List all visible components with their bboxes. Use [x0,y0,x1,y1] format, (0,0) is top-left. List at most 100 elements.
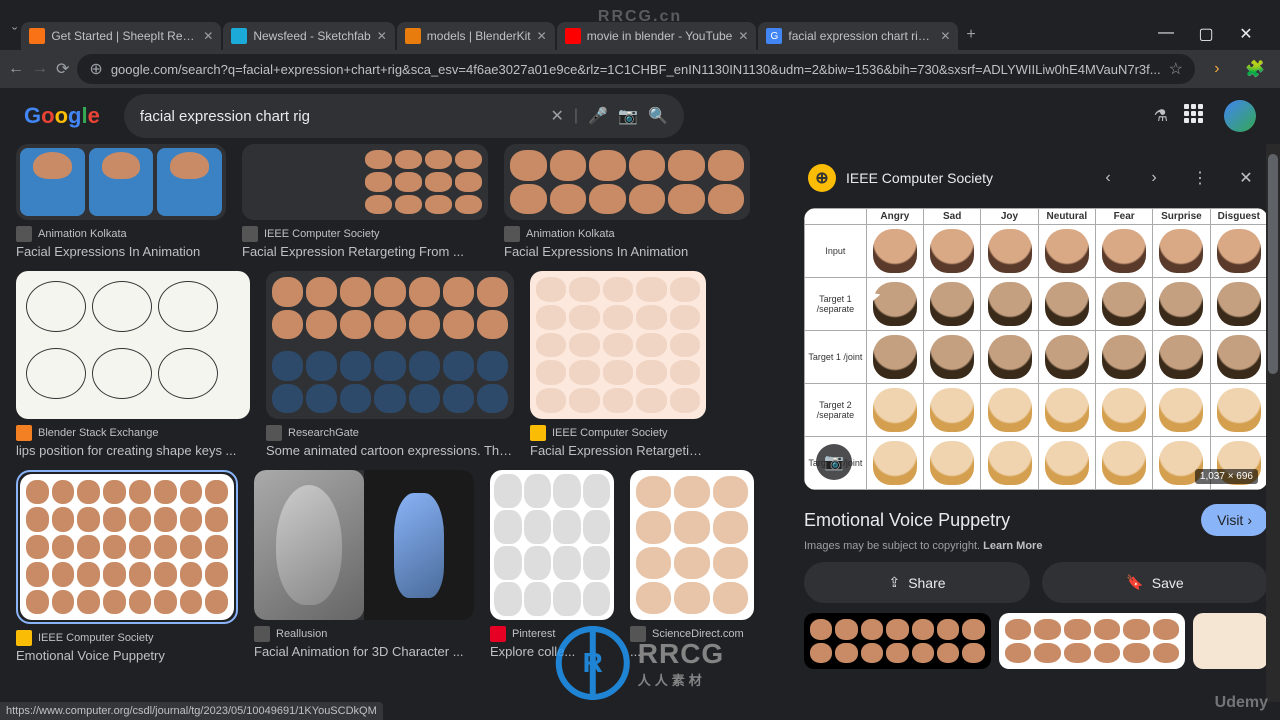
close-window-button[interactable]: ✕ [1232,24,1260,44]
image-result[interactable]: ScienceDirect.com ... [630,470,754,663]
image-dimensions: 1,037 × 696 [1195,469,1258,484]
result-title: ... [630,644,754,659]
col-header: Disguest [1210,209,1267,225]
google-logo[interactable]: Google [24,103,100,129]
row-header: Target 1 /separate [805,278,867,331]
tab-title: Get Started | SheepIt Render Fa [51,29,197,43]
result-source: IEEE Computer Society [264,228,380,240]
account-avatar[interactable] [1224,100,1256,132]
result-source: Pinterest [512,628,555,640]
image-result[interactable]: Blender Stack Exchange lips position for… [16,271,250,458]
related-thumb[interactable] [1193,613,1268,669]
detail-prev-button[interactable]: ‹ [1090,160,1126,196]
related-thumb[interactable] [804,613,991,669]
tab-sheepit[interactable]: Get Started | SheepIt Render Fa ✕ [21,22,221,50]
copyright-notice: Images may be subject to copyright. Lear… [804,540,1268,552]
result-title: lips position for creating shape keys ..… [16,443,250,458]
image-result[interactable]: Animation Kolkata Facial Expressions In … [16,144,226,259]
tabs-overflow-icon[interactable]: ˇ [8,20,21,50]
detail-source-name[interactable]: IEEE Computer Society [846,170,1080,186]
image-result[interactable]: Animation Kolkata Facial Expressions In … [504,144,750,259]
search-button-icon[interactable]: 🔍 [648,106,668,126]
new-tab-button[interactable]: + [960,20,981,50]
search-box: ✕ | 🎤 📷 🔍 [124,94,684,138]
url-text: google.com/search?q=facial+expression+ch… [111,62,1161,77]
extensions-puzzle-icon[interactable]: 🧩 [1241,55,1269,83]
maximize-button[interactable]: ▢ [1192,24,1220,44]
voice-search-icon[interactable]: 🎤 [588,106,608,126]
image-result[interactable]: IEEE Computer Society Facial Expression … [242,144,488,259]
google-apps-icon[interactable] [1184,104,1208,128]
share-icon: ⇪ [888,574,900,591]
save-button[interactable]: 🔖Save [1042,562,1268,603]
result-title: Facial Expressions In Animation [16,244,226,259]
tab-close-icon[interactable]: ✕ [537,29,547,43]
tab-title: facial expression chart rig - Goo [788,29,934,43]
extension-icon[interactable]: › [1203,55,1231,83]
page-scrollbar[interactable] [1266,144,1280,702]
source-favicon-icon [16,425,32,441]
minimize-button[interactable]: — [1152,24,1180,44]
result-source: Animation Kolkata [526,228,615,240]
image-result[interactable]: ResearchGate Some animated cartoon expre… [266,271,514,458]
learn-more-link[interactable]: Learn More [983,540,1042,552]
site-info-icon[interactable]: ⊕ [89,59,102,79]
visit-button[interactable]: Visit› [1201,504,1268,536]
related-images-row [804,613,1268,669]
tab-blenderkit[interactable]: models | BlenderKit ✕ [397,22,555,50]
tab-close-icon[interactable]: ✕ [377,29,387,43]
col-header: Fear [1095,209,1152,225]
col-header: Surprise [1153,209,1210,225]
result-source: IEEE Computer Society [552,427,668,439]
tab-google-active[interactable]: G facial expression chart rig - Goo ✕ [758,22,958,50]
result-source: ScienceDirect.com [652,628,744,640]
favicon-youtube [565,28,581,44]
col-header: Neutural [1038,209,1095,225]
tab-close-icon[interactable]: ✕ [940,29,950,43]
image-result[interactable]: Reallusion Facial Animation for 3D Chara… [254,470,474,663]
source-favicon-icon [530,425,546,441]
share-button[interactable]: ⇪Share [804,562,1030,603]
result-title: Facial Animation for 3D Character ... [254,644,474,659]
source-favicon-icon [266,425,282,441]
favicon-sheepit [29,28,45,44]
result-source: Animation Kolkata [38,228,127,240]
image-result[interactable]: IEEE Computer Society Facial Expression … [530,271,706,458]
clear-search-icon[interactable]: ✕ [550,106,563,126]
detail-main-image[interactable]: Angry Sad Joy Neutural Fear Surprise Dis… [804,208,1268,490]
tab-close-icon[interactable]: ✕ [203,29,213,43]
image-result-selected[interactable]: IEEE Computer Society Emotional Voice Pu… [16,470,238,663]
tab-sketchfab[interactable]: Newsfeed - Sketchfab ✕ [223,22,394,50]
detail-title[interactable]: Emotional Voice Puppetry [804,510,1010,531]
col-header: Joy [981,209,1038,225]
col-header: Angry [866,209,923,225]
image-result[interactable]: Pinterest Explore colle... [490,470,614,663]
back-button[interactable]: ← [8,55,24,83]
result-title: Facial Expression Retargetin... [530,443,706,458]
image-lens-button[interactable]: 📷 [816,444,852,480]
source-favicon-icon [490,626,506,642]
url-bar[interactable]: ⊕ google.com/search?q=facial+expression+… [77,54,1195,84]
detail-next-button[interactable]: › [1136,160,1172,196]
tab-youtube[interactable]: movie in blender - YouTube ✕ [557,22,757,50]
detail-close-button[interactable]: ✕ [1228,160,1264,196]
tab-title: movie in blender - YouTube [587,29,733,43]
bookmark-star-icon[interactable]: ☆ [1169,59,1183,79]
tab-close-icon[interactable]: ✕ [738,29,748,43]
reload-button[interactable]: ⟳ [56,55,69,83]
tab-title: Newsfeed - Sketchfab [253,29,370,43]
result-source: ResearchGate [288,427,359,439]
labs-flask-icon[interactable]: ⚗ [1154,106,1168,126]
source-favicon-icon [16,226,32,242]
image-results-grid: Animation Kolkata Facial Expressions In … [0,144,800,720]
related-thumb[interactable] [999,613,1186,669]
lens-search-icon[interactable]: 📷 [618,106,638,126]
forward-button[interactable]: → [32,55,48,83]
search-input[interactable] [140,108,541,125]
image-detail-panel: ⊕ IEEE Computer Society ‹ › ⋮ ✕ Angry Sa… [800,144,1280,720]
detail-source-favicon-icon: ⊕ [808,164,836,192]
detail-more-icon[interactable]: ⋮ [1182,160,1218,196]
row-header: Target 2 /separate [805,384,867,437]
window-controls: — ▢ ✕ [1140,18,1272,50]
tab-title: models | BlenderKit [427,29,531,43]
